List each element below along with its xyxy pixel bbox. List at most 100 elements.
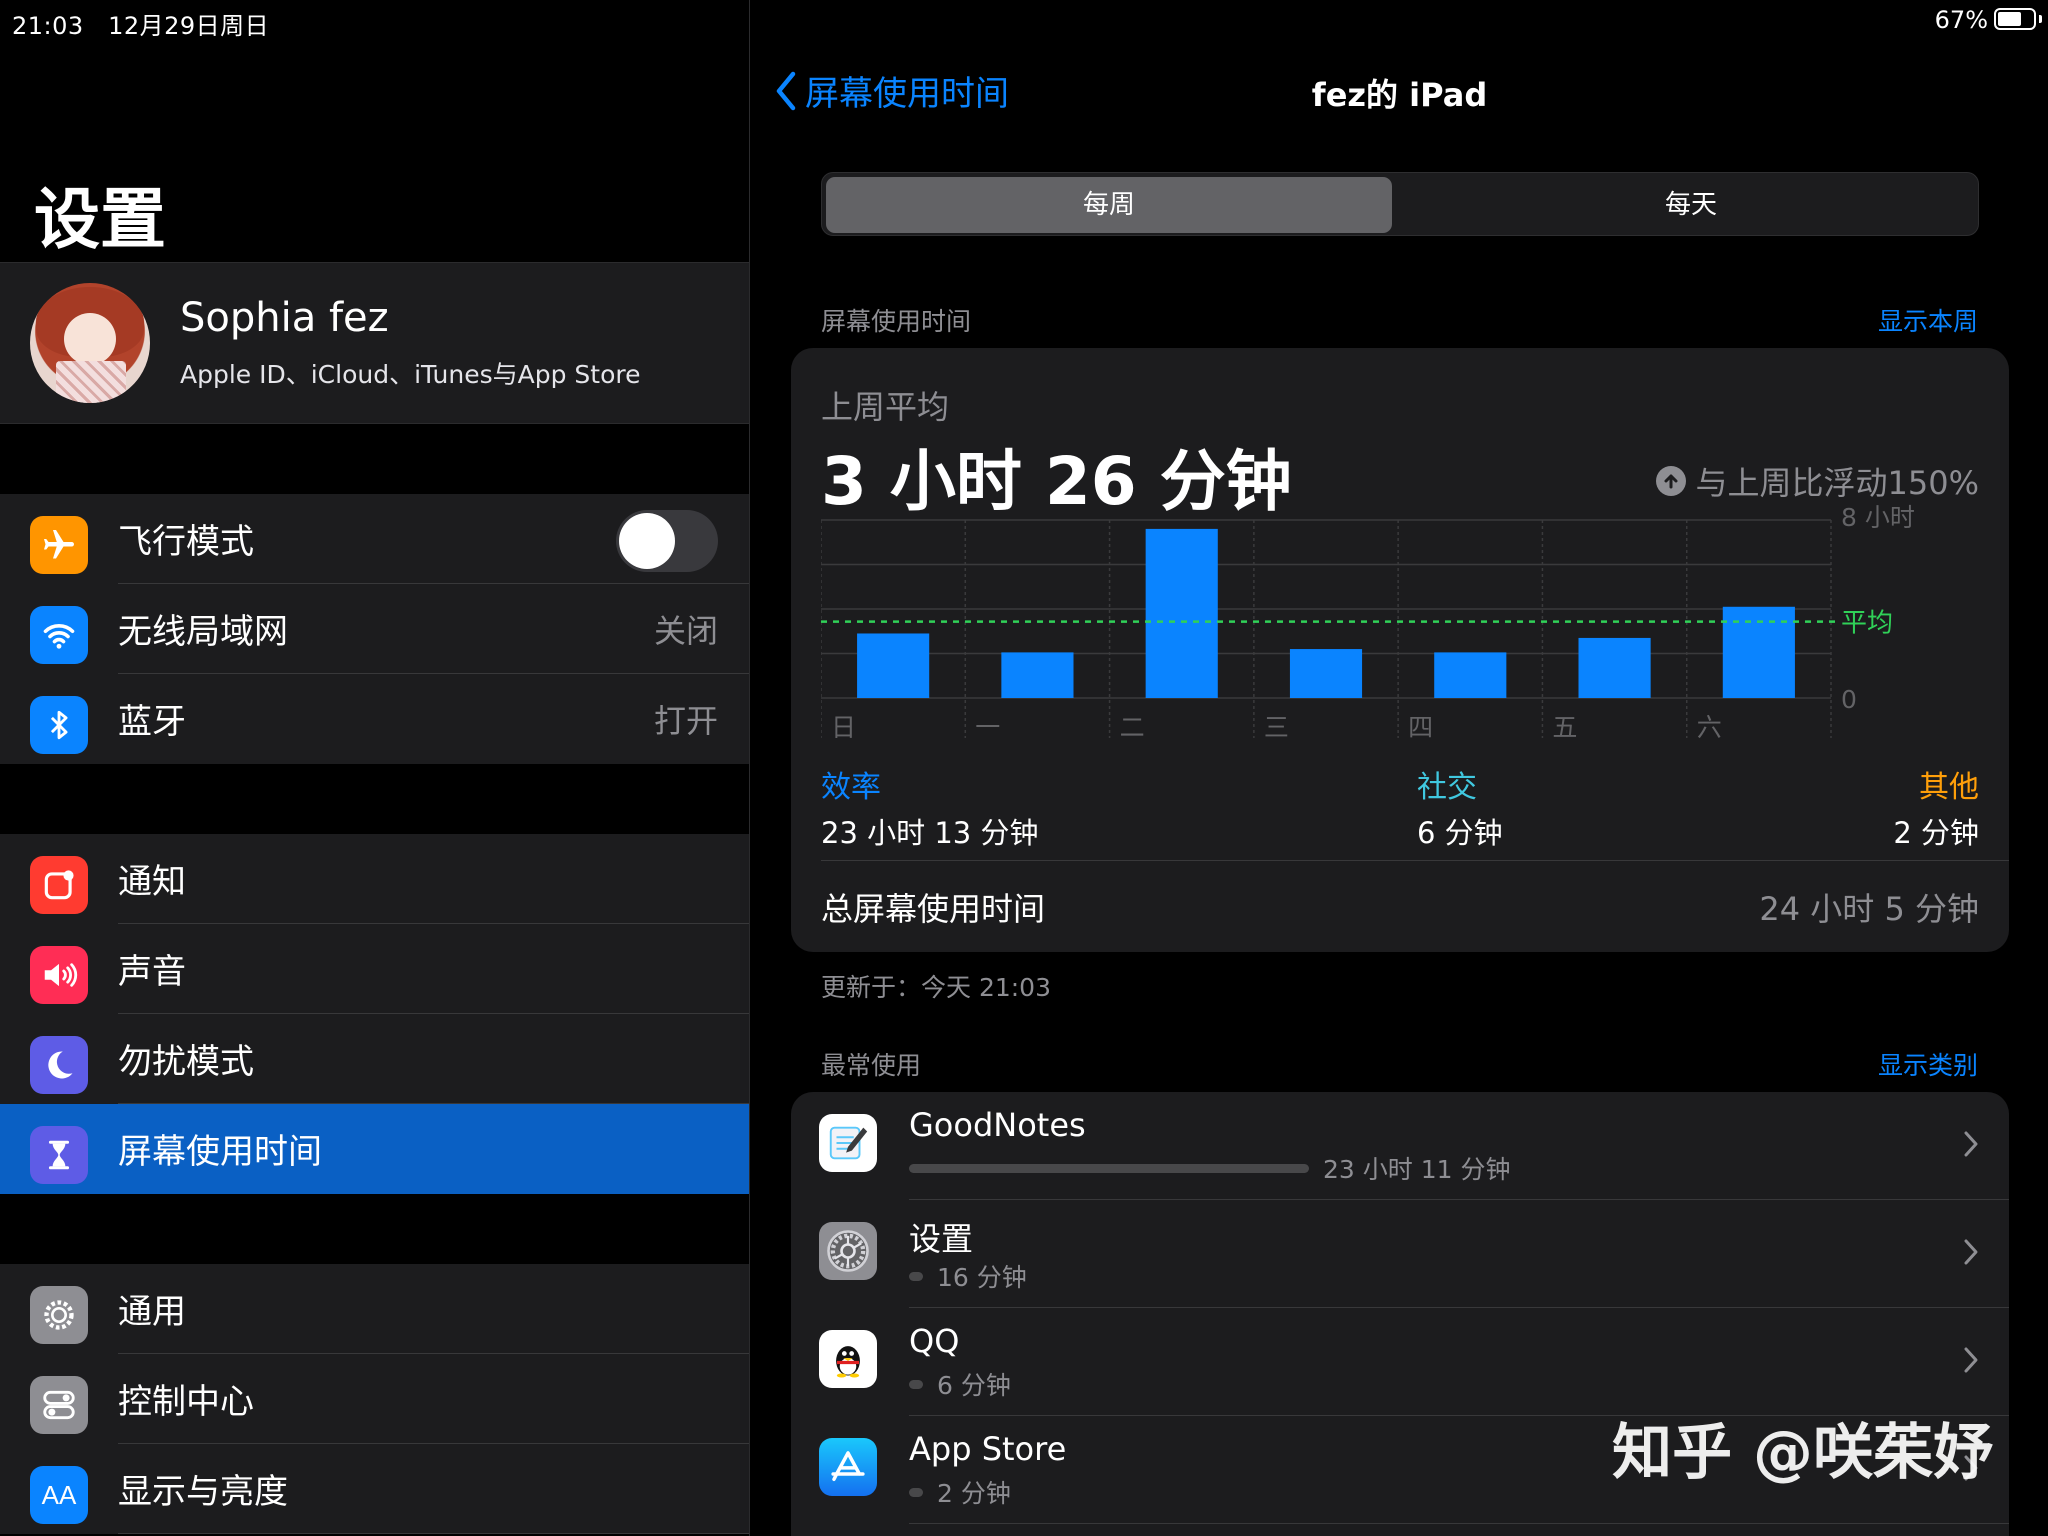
- gear-icon: [30, 1286, 88, 1344]
- sidebar-item-sounds[interactable]: 声音: [0, 924, 749, 1014]
- sidebar-item-label: 控制中心: [118, 1382, 254, 1422]
- sidebar-item-label: 飞行模式: [118, 522, 254, 562]
- y-tick-label: 0: [1841, 685, 1857, 714]
- segment-daily[interactable]: 每天: [1408, 177, 1974, 233]
- x-tick-label: 一: [975, 713, 1000, 742]
- chart-bar: [1001, 652, 1074, 698]
- chart-bar: [857, 633, 930, 698]
- sidebar-item-control-center[interactable]: 控制中心: [0, 1354, 749, 1444]
- settings-group-notifications: 通知 声音 勿扰模式 屏幕使用时间: [0, 834, 749, 1194]
- category-time: 2 分钟: [1893, 816, 1979, 850]
- sidebar-item-label: 勿扰模式: [118, 1042, 254, 1082]
- status-time-date: 21:03 12月29日周日: [12, 6, 269, 41]
- show-this-week-link[interactable]: 显示本周: [1878, 302, 1978, 338]
- app-row-settings[interactable]: 设置 16 分钟: [791, 1200, 2009, 1308]
- chevron-right-icon: [1964, 1239, 1978, 1265]
- show-categories-link[interactable]: 显示类别: [1878, 1046, 1978, 1082]
- app-row-qq[interactable]: QQ 6 分钟: [791, 1308, 2009, 1416]
- moon-icon: [30, 1036, 88, 1094]
- sidebar-item-label: 蓝牙: [118, 702, 186, 742]
- category-other: 其他 2 分钟: [1893, 762, 1979, 852]
- chart-bar: [1434, 652, 1507, 698]
- switches-icon: [30, 1376, 88, 1434]
- sidebar-item-do-not-disturb[interactable]: 勿扰模式: [0, 1014, 749, 1104]
- airplane-icon: [30, 516, 88, 574]
- hourglass-icon: [30, 1126, 88, 1184]
- x-tick-label: 三: [1264, 713, 1289, 742]
- usage-bar: [909, 1164, 1309, 1173]
- category-name: 效率: [821, 770, 881, 805]
- category-social: 社交 6 分钟: [1417, 762, 1503, 852]
- y-tick-label: 8 小时: [1841, 503, 1915, 532]
- sidebar-item-label: 通用: [118, 1292, 186, 1332]
- sidebar-item-display-brightness[interactable]: AA 显示与亮度: [0, 1444, 749, 1534]
- goodnotes-icon: [819, 1114, 877, 1172]
- sidebar-item-notifications[interactable]: 通知: [0, 834, 749, 924]
- usage-bar: [909, 1380, 923, 1389]
- x-tick-label: 四: [1408, 713, 1433, 742]
- notifications-icon: [30, 856, 88, 914]
- app-name: QQ: [909, 1322, 960, 1360]
- sidebar-item-label: 声音: [118, 952, 186, 992]
- usage-bar: [909, 1272, 923, 1281]
- qq-icon: [819, 1330, 877, 1388]
- app-time: 6 分钟: [937, 1371, 1011, 1400]
- sidebar-item-bluetooth[interactable]: 蓝牙 打开: [0, 674, 749, 764]
- total-usage-value: 24 小时 5 分钟: [1759, 890, 1979, 928]
- airplane-mode-toggle[interactable]: [616, 510, 718, 572]
- chart-bar: [1289, 649, 1363, 698]
- app-row-goodnotes[interactable]: GoodNotes 23 小时 11 分钟: [791, 1092, 2009, 1200]
- settings-group-connectivity: 飞行模式 无线局域网 关闭 蓝牙 打开: [0, 494, 749, 764]
- sidebar-item-wifi[interactable]: 无线局域网 关闭: [0, 584, 749, 674]
- category-productivity: 效率 23 小时 13 分钟: [821, 762, 1038, 852]
- app-name: App Store: [909, 1430, 1067, 1468]
- profile-subtitle: Apple ID、iCloud、iTunes与App Store: [180, 360, 641, 389]
- sidebar-item-label: 显示与亮度: [118, 1472, 288, 1512]
- usage-summary-card: 上周平均 3 小时 26 分钟 与上周比浮动150% 平均 0 8 小时日一二三四五…: [791, 348, 2009, 952]
- category-time: 6 分钟: [1417, 816, 1503, 850]
- chart-bar: [1145, 528, 1218, 698]
- apple-id-profile[interactable]: Sophia fez Apple ID、iCloud、iTunes与App St…: [0, 262, 749, 424]
- bluetooth-icon: [30, 696, 88, 754]
- watermark: 知乎 @咲茱妤: [1612, 1418, 1993, 1488]
- updated-timestamp: 更新于：今天 21:03: [821, 973, 1051, 1002]
- x-tick-label: 五: [1552, 713, 1577, 742]
- device-title: fez的 iPad: [1311, 76, 1488, 114]
- segment-weekly[interactable]: 每周: [826, 177, 1392, 233]
- screen-time-detail: 67% 屏幕使用时间 fez的 iPad 每周 每天 屏幕使用时间 显示本周 上…: [751, 0, 2048, 1536]
- usage-section-header: 屏幕使用时间: [821, 307, 972, 336]
- x-tick-label: 日: [831, 713, 856, 742]
- battery-percentage: 67%: [1934, 6, 1988, 34]
- chevron-right-icon: [1964, 1131, 1978, 1157]
- status-time: 21:03: [12, 12, 84, 40]
- sidebar-item-general[interactable]: 通用: [0, 1264, 749, 1354]
- sidebar-item-label: 屏幕使用时间: [118, 1132, 322, 1172]
- page-title: 设置: [34, 181, 166, 258]
- sound-icon: [30, 946, 88, 1004]
- app-time: 2 分钟: [937, 1479, 1011, 1508]
- average-label: 上周平均: [821, 388, 950, 426]
- category-name: 其他: [1919, 770, 1979, 805]
- profile-name: Sophia fez: [180, 295, 389, 341]
- app-name: 设置: [909, 1220, 974, 1258]
- x-tick-label: 二: [1120, 713, 1145, 742]
- weekly-usage-chart: 平均 0 8 小时日 一 二 三 四 五 六: [821, 503, 1915, 742]
- app-name: GoodNotes: [909, 1106, 1086, 1144]
- status-date: 12月29日周日: [108, 12, 270, 40]
- settings-sidebar: 21:03 12月29日周日 设置 Sophia fez Apple ID、iC…: [0, 0, 750, 1536]
- category-name: 社交: [1417, 770, 1477, 805]
- sidebar-item-label: 通知: [118, 862, 186, 902]
- sidebar-item-airplane-mode[interactable]: 飞行模式: [0, 494, 749, 584]
- wifi-status: 关闭: [653, 612, 718, 650]
- sidebar-item-screen-time[interactable]: 屏幕使用时间: [0, 1104, 749, 1194]
- bluetooth-status: 打开: [653, 702, 718, 740]
- wifi-icon: [30, 606, 88, 664]
- avatar: [30, 283, 150, 403]
- average-label: 平均: [1841, 609, 1893, 639]
- settings-app-icon: [819, 1222, 877, 1280]
- most-used-header: 最常使用: [821, 1051, 922, 1080]
- total-usage-label: 总屏幕使用时间: [821, 890, 1046, 928]
- app-time: 16 分钟: [937, 1263, 1027, 1292]
- app-time: 23 小时 11 分钟: [1323, 1155, 1511, 1184]
- app-store-icon: [819, 1438, 877, 1496]
